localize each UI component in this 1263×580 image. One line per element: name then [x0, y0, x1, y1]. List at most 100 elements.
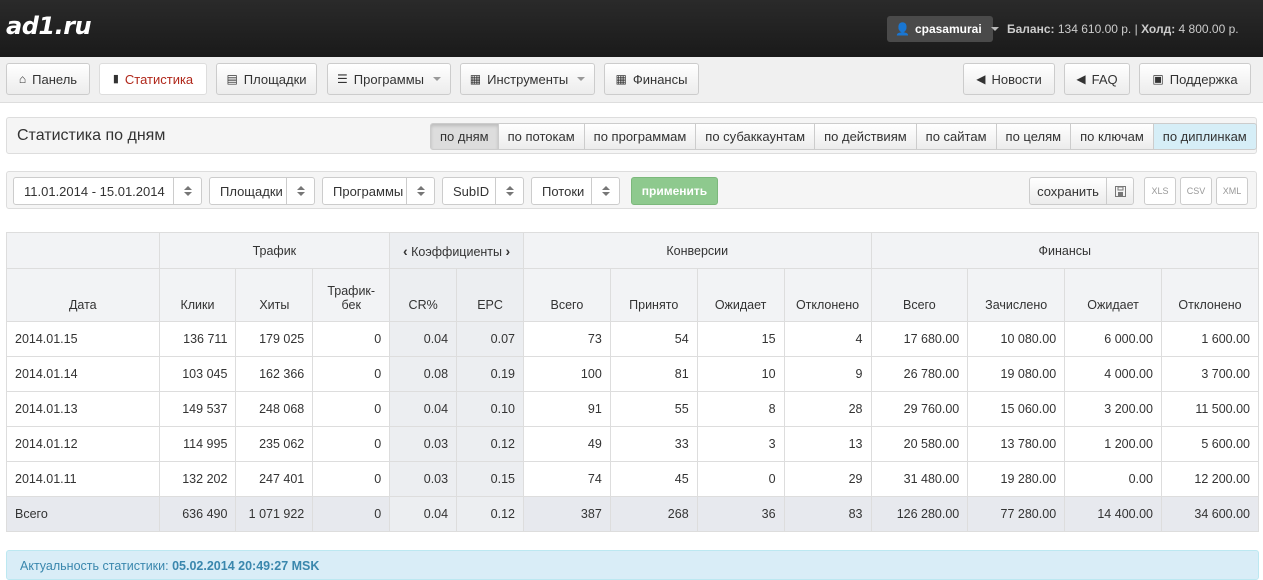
updown-arrows-icon	[591, 178, 619, 204]
stats-table: Трафик ‹ Коэффициенты › Конверсии Финанс…	[6, 232, 1260, 532]
sites-select-label: Площадки	[220, 183, 283, 199]
export-xls-button[interactable]: XLS	[1144, 177, 1176, 205]
tab-by-streams[interactable]: по потокам	[497, 123, 585, 150]
megaphone-icon: ◀	[1076, 72, 1086, 86]
column-header[interactable]: Хиты	[235, 268, 314, 322]
nav-finance[interactable]: ▦ Финансы	[604, 63, 699, 95]
nav-tools[interactable]: ▦ Инструменты	[460, 63, 595, 95]
nav-news[interactable]: ◀ Новости	[963, 63, 1055, 95]
table-cell: Всего	[6, 496, 160, 532]
table-group-header-row: Трафик ‹ Коэффициенты › Конверсии Финанс…	[6, 232, 1259, 269]
list-icon: ▤	[226, 72, 238, 86]
tab-by-subaccounts[interactable]: по субаккаунтам	[695, 123, 816, 150]
column-header[interactable]: Всего	[870, 268, 969, 322]
sites-select[interactable]: Площадки	[209, 177, 315, 205]
hold-label: Холд:	[1141, 22, 1176, 36]
export-csv-button[interactable]: CSV	[1180, 177, 1212, 205]
tab-by-deeplinks[interactable]: по диплинкам	[1152, 123, 1257, 150]
group-coefficients[interactable]: ‹ Коэффициенты ›	[389, 232, 524, 269]
table-cell: 0.04	[389, 391, 458, 427]
table-cell: 4	[783, 321, 872, 357]
table-cell: 36	[696, 496, 785, 532]
table-cell: 0.04	[389, 321, 458, 357]
export-xml-button[interactable]: XML	[1216, 177, 1248, 205]
table-cell: 10	[696, 356, 785, 392]
programs-select-label: Программы	[333, 183, 404, 199]
column-header[interactable]: Трафик-бек	[312, 268, 391, 322]
nav-support-label: Поддержка	[1169, 71, 1238, 87]
table-cell: 132 202	[158, 461, 237, 497]
column-header[interactable]: EPC	[456, 268, 524, 322]
table-cell: 3 200.00	[1064, 391, 1162, 427]
table-cell: 0	[312, 356, 391, 392]
column-header[interactable]: Клики	[158, 268, 237, 322]
nav-sites-label: Площадки	[243, 71, 307, 87]
bar-chart-icon: ▮	[112, 72, 119, 85]
table-cell: 0.15	[456, 461, 524, 497]
tab-by-programs[interactable]: по программам	[583, 123, 697, 150]
nav-panel[interactable]: ⌂ Панель	[6, 63, 90, 95]
tab-by-sites[interactable]: по сайтам	[915, 123, 997, 150]
tab-by-days[interactable]: по дням	[430, 123, 499, 150]
user-menu-button[interactable]: 👤 cpasamurai	[887, 16, 999, 42]
column-header[interactable]: CR%	[389, 268, 458, 322]
table-row: 2014.01.13 149 537 248 068 0 0.04 0.10 91 55 8 28…	[6, 391, 1260, 427]
updown-arrows-icon	[495, 178, 523, 204]
column-header[interactable]: Отклонено	[1160, 268, 1260, 322]
nav-sites[interactable]: ▤ Площадки	[216, 63, 317, 95]
table-cell: 126 280.00	[870, 496, 969, 532]
chevron-left-icon[interactable]: ‹	[403, 243, 408, 259]
table-cell: 54	[609, 321, 698, 357]
column-header[interactable]: Ожидает	[696, 268, 785, 322]
column-header[interactable]: Ожидает	[1064, 268, 1162, 322]
grouping-tabs: по дням по потокам по программам по суба…	[430, 123, 1257, 150]
tab-by-keywords[interactable]: по ключам	[1070, 123, 1154, 150]
table-cell: 28	[783, 391, 872, 427]
subid-select[interactable]: SubID	[442, 177, 524, 205]
chevron-right-icon[interactable]: ›	[506, 243, 511, 259]
table-cell: 0	[312, 496, 391, 532]
table-cell: 387	[523, 496, 611, 532]
table-cell: 0.07	[456, 321, 524, 357]
table-cell: 2014.01.14	[6, 356, 160, 392]
table-cell: 248 068	[235, 391, 314, 427]
table-cell: 12 200.00	[1160, 461, 1260, 497]
table-cell: 0.03	[389, 426, 458, 462]
table-cell: 15	[696, 321, 785, 357]
table-cell: 77 280.00	[967, 496, 1066, 532]
table-cell: 2014.01.13	[6, 391, 160, 427]
date-range-select[interactable]: 11.01.2014 - 15.01.2014	[13, 177, 202, 205]
table-cell: 4 000.00	[1064, 356, 1162, 392]
save-button[interactable]: сохранить	[1029, 177, 1107, 205]
column-header[interactable]: Зачислено	[967, 268, 1066, 322]
nav-support[interactable]: ▣ Поддержка	[1139, 63, 1251, 95]
streams-select-label: Потоки	[542, 183, 585, 199]
subid-select-label: SubID	[453, 183, 490, 199]
page-title: Статистика по дням	[17, 127, 166, 144]
nav-statistics[interactable]: ▮ Статистика	[99, 63, 207, 95]
logo[interactable]: ad1.ru	[6, 12, 92, 40]
table-cell: 17 680.00	[870, 321, 969, 357]
programs-select[interactable]: Программы	[322, 177, 435, 205]
table-column-header-row: Дата Клики Хиты Трафик-бек CR% EPC Всего…	[6, 268, 1260, 322]
column-header[interactable]: Отклонено	[783, 268, 872, 322]
column-header[interactable]: Дата	[6, 268, 160, 322]
apply-button[interactable]: применить	[631, 177, 718, 205]
tab-by-goals[interactable]: по целям	[995, 123, 1072, 150]
save-icon[interactable]	[1106, 177, 1134, 205]
hold-value: 4 800.00 р.	[1178, 22, 1239, 36]
filter-bar: 11.01.2014 - 15.01.2014 Площадки Програм…	[6, 171, 1257, 209]
nav-faq-label: FAQ	[1091, 71, 1118, 87]
stats-title-panel: Статистика по дням по дням по потокам по…	[6, 117, 1257, 154]
table-cell: 179 025	[235, 321, 314, 357]
top-bar: ad1.ru 👤 cpasamurai Баланс: 134 610.00 р…	[0, 0, 1263, 57]
table-cell: 0	[312, 426, 391, 462]
column-header[interactable]: Всего	[523, 268, 611, 322]
column-header[interactable]: Принято	[609, 268, 698, 322]
tab-by-actions[interactable]: по действиям	[814, 123, 917, 150]
nav-programs[interactable]: ☰ Программы	[327, 63, 451, 95]
nav-faq[interactable]: ◀ FAQ	[1064, 63, 1130, 95]
table-cell: 91	[523, 391, 611, 427]
streams-select[interactable]: Потоки	[531, 177, 620, 205]
table-cell: 9	[783, 356, 872, 392]
